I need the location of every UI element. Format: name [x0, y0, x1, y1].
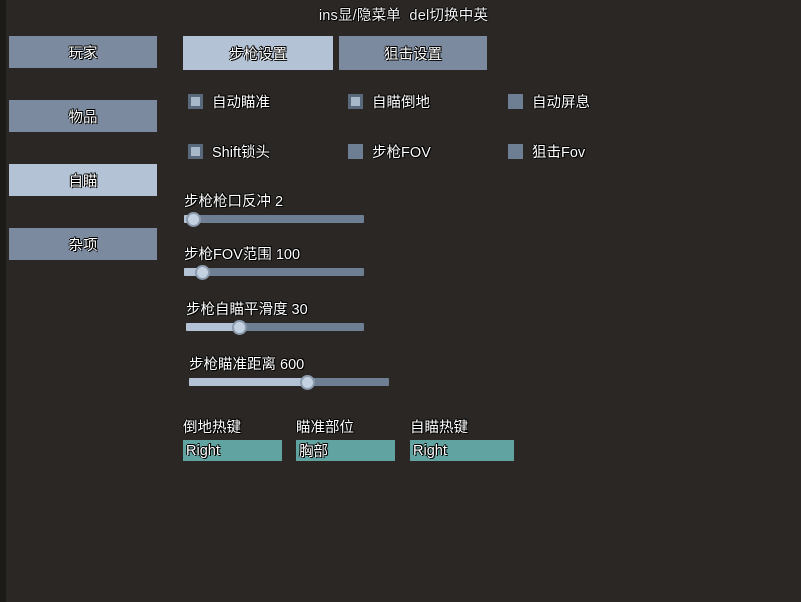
field-input[interactable]: 胸部 — [296, 440, 395, 461]
sidebar-item-misc[interactable]: 杂项 — [9, 228, 157, 260]
checkbox-label: 自动屏息 — [532, 95, 590, 111]
field-value: 胸部 — [299, 444, 328, 460]
checkbox-row[interactable]: 自瞄倒地 — [348, 91, 430, 112]
slider-thumb[interactable] — [194, 264, 210, 280]
slider-thumb[interactable] — [299, 374, 315, 390]
slider-label-text: 步枪自瞄平滑度 — [186, 302, 288, 318]
sidebar-item-label: 杂项 — [68, 237, 98, 254]
slider-label: 步枪瞄准距离 600 — [189, 353, 389, 374]
slider-control: 步枪枪口反冲 2 — [184, 190, 364, 227]
tab-rifle-settings[interactable]: 步枪设置 — [183, 36, 333, 70]
sidebar-item-label: 物品 — [68, 109, 98, 126]
sidebar-item-player[interactable]: 玩家 — [9, 36, 157, 68]
slider-value: 600 — [280, 357, 305, 373]
field-input[interactable]: Right — [410, 440, 514, 461]
slider-value: 2 — [275, 194, 284, 210]
checkbox-row[interactable]: 步枪FOV — [348, 141, 431, 162]
slider-control: 步枪自瞄平滑度 30 — [186, 298, 364, 335]
slider-label-text: 步枪FOV范围 — [184, 247, 272, 263]
slider-control: 步枪FOV范围 100 — [184, 243, 364, 280]
checkbox-icon[interactable] — [188, 144, 203, 159]
field-label: 倒地热键 — [183, 420, 241, 436]
text-field-control: 自瞄热键 Right — [410, 416, 514, 461]
checkbox-row[interactable]: 自动屏息 — [508, 91, 590, 112]
checkbox-icon[interactable] — [188, 94, 203, 109]
field-input[interactable]: Right — [183, 440, 282, 461]
tab-label: 步枪设置 — [229, 46, 287, 63]
slider-thumb[interactable] — [231, 319, 247, 335]
slider-control: 步枪瞄准距离 600 — [189, 353, 389, 390]
slider-value: 30 — [291, 302, 308, 318]
checkbox-label: 自动瞄准 — [212, 95, 270, 111]
cheat-menu-window: ins显/隐菜单 del切换中英 玩家 物品 自瞄 杂项 步枪设置 狙击设置 自… — [0, 0, 801, 602]
sidebar: 玩家 物品 自瞄 杂项 — [9, 36, 161, 292]
checkbox-label: 狙击Fov — [532, 145, 586, 161]
slider-label-text: 步枪枪口反冲 — [184, 194, 271, 210]
slider-thumb[interactable] — [185, 211, 201, 227]
window-title: ins显/隐菜单 del切换中英 — [318, 8, 489, 24]
checkbox-row[interactable]: Shift锁头 — [188, 141, 270, 162]
sidebar-item-aimbot[interactable]: 自瞄 — [9, 164, 157, 196]
sidebar-item-items[interactable]: 物品 — [9, 100, 157, 132]
slider-track[interactable] — [184, 211, 364, 227]
slider-label: 步枪枪口反冲 2 — [184, 190, 364, 211]
slider-label-text: 步枪瞄准距离 — [189, 357, 276, 373]
checkbox-row[interactable]: 狙击Fov — [508, 141, 585, 162]
tab-label: 狙击设置 — [384, 46, 442, 63]
slider-track[interactable] — [189, 374, 389, 390]
checkbox-label: 步枪FOV — [372, 145, 431, 161]
sidebar-item-label: 自瞄 — [68, 173, 98, 190]
text-field-control: 瞄准部位 胸部 — [296, 416, 395, 461]
slider-track[interactable] — [186, 319, 364, 335]
field-value: Right — [186, 442, 220, 459]
text-field-control: 倒地热键 Right — [183, 416, 282, 461]
checkbox-icon[interactable] — [508, 144, 523, 159]
slider-label: 步枪FOV范围 100 — [184, 243, 364, 264]
checkbox-row[interactable]: 自动瞄准 — [188, 91, 270, 112]
slider-value: 100 — [275, 247, 301, 263]
field-label: 瞄准部位 — [296, 420, 354, 436]
tab-sniper-settings[interactable]: 狙击设置 — [339, 36, 487, 70]
checkbox-label: 自瞄倒地 — [372, 95, 430, 111]
checkbox-icon[interactable] — [508, 94, 523, 109]
checkbox-icon[interactable] — [348, 94, 363, 109]
checkbox-label: Shift锁头 — [212, 145, 271, 161]
checkbox-icon[interactable] — [348, 144, 363, 159]
field-label: 自瞄热键 — [410, 420, 468, 436]
field-value: Right — [413, 442, 447, 459]
slider-label: 步枪自瞄平滑度 30 — [186, 298, 364, 319]
slider-track[interactable] — [184, 264, 364, 280]
slider-fill — [189, 378, 307, 386]
sidebar-item-label: 玩家 — [68, 45, 98, 62]
